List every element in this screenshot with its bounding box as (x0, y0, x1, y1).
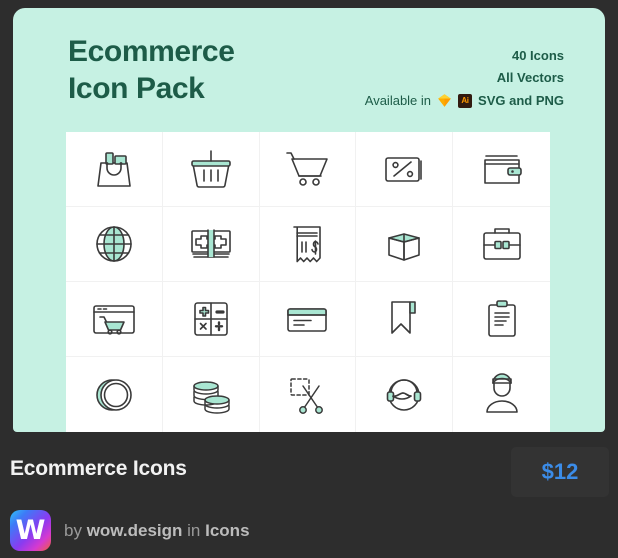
product-card: Ecommerce Icon Pack 40 Icons All Vectors… (0, 0, 618, 558)
author-row: W by wow.design in Icons (10, 510, 250, 551)
product-info-bar: Ecommerce Icons $12 W by wow.design in I… (0, 432, 618, 558)
icon-cell-credit-card[interactable] (259, 282, 357, 357)
product-title: Ecommerce Icons (10, 457, 187, 480)
icon-grid (66, 132, 550, 432)
author-credit: by wow.design in Icons (64, 521, 250, 541)
sketch-diamond-icon (437, 93, 452, 108)
icon-cell-calculator[interactable] (162, 282, 260, 357)
icon-cell-shopping-cart[interactable] (259, 132, 357, 207)
icon-cell-wallet[interactable] (453, 132, 550, 207)
icon-cell-support[interactable] (356, 357, 454, 432)
by-label: by (64, 520, 82, 540)
vectors-note: All Vectors (496, 70, 564, 86)
wow-design-logo-icon[interactable]: W (10, 510, 51, 551)
pack-title: Ecommerce Icon Pack (68, 35, 235, 105)
icon-cell-receipt[interactable] (259, 207, 357, 282)
category-link[interactable]: Icons (205, 521, 249, 540)
icon-cell-shopping-bag[interactable] (66, 132, 163, 207)
preview-panel: Ecommerce Icon Pack 40 Icons All Vectors… (13, 8, 605, 432)
pack-meta: 40 Icons All Vectors Available in Ai SVG… (365, 45, 564, 112)
icon-cell-coupon-cut[interactable] (260, 357, 357, 432)
icon-cell-open-box[interactable] (356, 207, 454, 282)
icon-cell-cash-banknotes[interactable] (162, 207, 260, 282)
icon-cell-online-store[interactable] (66, 282, 163, 357)
icons-count: 40 Icons (511, 48, 564, 63)
icon-cell-coin[interactable] (66, 357, 163, 432)
icon-cell-coins-stack[interactable] (163, 357, 260, 432)
logo-letter: W (15, 515, 46, 546)
icon-cell-clipboard[interactable] (453, 282, 550, 357)
formats-line: Available in Ai SVG and PNG (365, 90, 564, 112)
icon-cell-customer[interactable] (453, 357, 550, 432)
price-badge[interactable]: $12 (511, 447, 609, 497)
icon-cell-globe[interactable] (66, 207, 163, 282)
author-name-link[interactable]: wow.design (87, 521, 183, 540)
formats-label: SVG and PNG (478, 92, 564, 108)
icon-cell-discount-card[interactable] (356, 132, 454, 207)
adobe-illustrator-icon: Ai (458, 93, 473, 108)
available-in-label: Available in (364, 92, 432, 108)
price-value: $12 (541, 459, 579, 484)
icon-cell-shopping-basket[interactable] (162, 132, 260, 207)
icon-cell-briefcase[interactable] (453, 207, 550, 282)
icon-cell-bookmark[interactable] (356, 282, 454, 357)
in-label: in (187, 520, 201, 540)
